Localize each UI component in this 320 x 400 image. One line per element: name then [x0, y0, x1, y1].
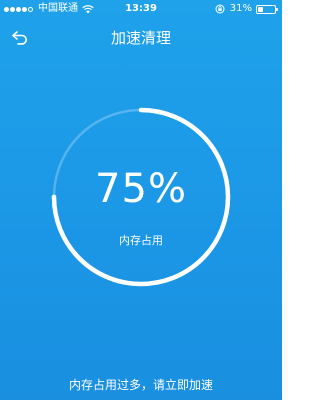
memory-usage-percent: 75%	[95, 166, 187, 212]
status-bar: 中国联通 13:39 31%	[0, 0, 282, 18]
battery-level	[258, 6, 263, 12]
battery-icon	[256, 4, 278, 14]
screen: 中国联通 13:39 31% 加速清理 75% 内存占用 内存占用过多，请立即加…	[0, 0, 282, 400]
battery-percent: 31%	[229, 3, 252, 14]
page-title: 加速清理	[110, 29, 171, 47]
acceleration-tip: 内存占用过多，请立即加速	[68, 378, 213, 392]
nav-bar: 加速清理	[0, 18, 282, 58]
memory-usage-label: 内存占用	[119, 234, 163, 247]
memory-gauge: 75% 内存占用	[50, 106, 232, 288]
status-right: 31%	[215, 0, 278, 18]
rotation-lock-icon	[215, 4, 225, 14]
